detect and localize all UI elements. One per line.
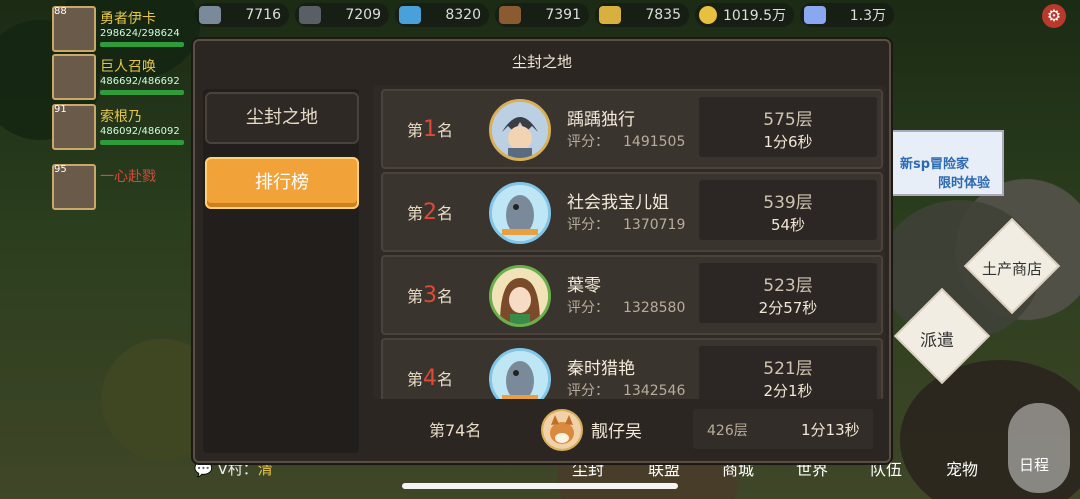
local-shop-label: 土产商店 — [982, 260, 1043, 278]
resource-bar: 7716 7209 8320 7391 7835 1019.5万 1.3万 — [195, 3, 894, 29]
warrior-avatar-icon — [489, 99, 551, 161]
dispatch-label: 派遣 — [920, 331, 954, 351]
hero-portrait — [52, 54, 96, 100]
leaderboard-list[interactable]: 第1名 踽踽独行 评分： 1491505 575层 1分6秒 第2名 社会我宝儿姐… — [373, 85, 885, 399]
record-box: 521层 2分1秒 — [699, 346, 877, 399]
leaderboard-row[interactable]: 第4名 秦时猎艳 评分： 1342546 521层 2分1秒 — [381, 338, 883, 399]
nav-pet[interactable]: 宠物 — [946, 456, 978, 480]
diamond-icon — [804, 6, 826, 24]
my-ranking-row: 第74名 靓仔吴 426层 1分13秒 — [363, 401, 889, 459]
record-box: 523层 2分57秒 — [699, 263, 877, 323]
my-floor: 426层 — [707, 423, 748, 439]
gold-coin-icon — [699, 6, 717, 24]
resource-diamond: 1.3万 — [800, 3, 894, 27]
rank-label: 第3名 — [407, 283, 454, 308]
player-name: 踽踽独行 — [567, 110, 635, 130]
leaderboard-row[interactable]: 第2名 社会我宝儿姐 评分： 1370719 539层 54秒 — [381, 172, 883, 252]
rank-label: 第2名 — [407, 200, 454, 225]
my-record-box: 426层 1分13秒 — [693, 409, 873, 449]
stone-icon — [199, 6, 221, 24]
player-name: 葉零 — [567, 276, 601, 296]
my-rank: 第74名 — [429, 421, 482, 440]
dialog-tab-panel: 尘封之地 排行榜 — [203, 89, 359, 453]
wheat-icon — [599, 6, 621, 24]
hero-slot[interactable]: 巨人召唤 486692/486692 — [52, 54, 184, 100]
settings-gear-icon[interactable]: ⚙ — [1042, 4, 1066, 28]
girl-avatar-icon — [489, 265, 551, 327]
crystal-icon — [399, 6, 421, 24]
promo-line2: 限时体验 — [938, 176, 991, 191]
dust-land-dialog: 尘封之地 尘封之地 排行榜 第1名 踽踽独行 评分： 1491505 575层 1… — [193, 39, 891, 463]
player-score: 评分： 1342546 — [567, 383, 686, 399]
rank-label: 第1名 — [407, 117, 454, 142]
record-box: 539层 54秒 — [699, 180, 877, 240]
player-score: 评分： 1328580 — [567, 300, 686, 316]
shiba-avatar-icon — [541, 409, 583, 451]
resource-gold: 1019.5万 — [695, 3, 794, 27]
resource-wheat: 7835 — [595, 3, 689, 27]
player-name: 社会我宝儿姐 — [567, 193, 669, 213]
floor-value: 521层 — [763, 359, 813, 379]
time-value: 2分1秒 — [763, 382, 813, 399]
promo-line1: 新sp冒险家 — [900, 157, 970, 172]
wood-icon — [499, 6, 521, 24]
resource-stone: 7716 — [195, 3, 289, 27]
hero-slot[interactable]: 88 勇者伊卡 298624/298624 — [52, 6, 184, 52]
player-score: 评分： 1491505 — [567, 134, 686, 150]
my-name: 靓仔吴 — [591, 422, 642, 442]
home-indicator[interactable] — [402, 483, 678, 489]
hero-slot[interactable]: 91 索根乃 486092/486092 — [52, 104, 184, 150]
leaderboard-row[interactable]: 第1名 踽踽独行 评分： 1491505 575层 1分6秒 — [381, 89, 883, 169]
floor-value: 523层 — [763, 276, 813, 296]
resource-wood: 7391 — [495, 3, 589, 27]
record-box: 575层 1分6秒 — [699, 97, 877, 157]
floor-value: 575层 — [763, 110, 813, 130]
hp-bar — [100, 90, 184, 95]
hp-bar — [100, 140, 184, 145]
rank-label: 第4名 — [407, 366, 454, 391]
player-score: 评分： 1370719 — [567, 217, 686, 233]
tab-leaderboard[interactable]: 排行榜 — [205, 157, 359, 209]
time-value: 2分57秒 — [758, 299, 818, 317]
time-value: 1分6秒 — [763, 133, 813, 151]
player-name: 秦时猎艳 — [567, 359, 635, 379]
ore-icon — [299, 6, 321, 24]
dialog-title: 尘封之地 — [511, 53, 572, 71]
fish-avatar-icon — [489, 182, 551, 244]
resource-crystal: 8320 — [395, 3, 489, 27]
leaderboard-row[interactable]: 第3名 葉零 评分： 1328580 523层 2分57秒 — [381, 255, 883, 335]
hp-bar — [100, 42, 184, 47]
floor-value: 539层 — [763, 193, 813, 213]
tab-dust-land[interactable]: 尘封之地 — [205, 92, 359, 144]
schedule-button[interactable] — [1008, 403, 1070, 493]
resource-ore: 7209 — [295, 3, 389, 27]
nav-schedule: 日程 — [1019, 456, 1050, 474]
my-time: 1分13秒 — [801, 421, 860, 439]
hero-slot[interactable]: 95 一心赴戮 — [52, 164, 184, 210]
time-value: 54秒 — [770, 216, 806, 234]
fish-avatar-icon — [489, 348, 551, 399]
